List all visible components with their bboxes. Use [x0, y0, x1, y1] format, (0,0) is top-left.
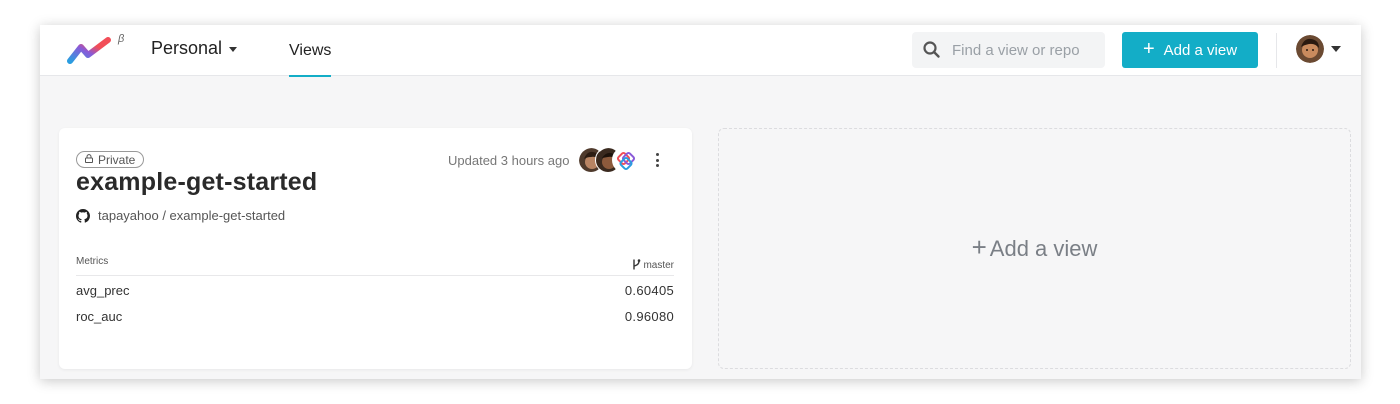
view-card[interactable]: Private example-get-started tapayahoo / … [59, 128, 692, 369]
avatar [612, 147, 638, 173]
workspace-label: Personal [151, 38, 223, 58]
metrics-label: Metrics [76, 256, 109, 267]
repo-label: tapayahoo / example-get-started [98, 208, 286, 223]
visibility-badge: Private [76, 151, 145, 168]
metrics-header: Metrics master [76, 256, 674, 276]
beta-mark: β [118, 33, 125, 45]
header-divider [1276, 33, 1277, 68]
add-view-button-label: Add a view [1163, 41, 1238, 59]
table-row: avg_prec 0.60405 [76, 283, 674, 298]
lock-icon [85, 153, 93, 166]
git-branch-icon [632, 258, 641, 273]
plus-icon: + [971, 232, 987, 262]
search-box[interactable] [912, 32, 1105, 68]
branch-indicator: master [632, 256, 674, 275]
table-row: roc_auc 0.96080 [76, 309, 674, 324]
avatar [1296, 35, 1324, 63]
plus-icon: + [1142, 38, 1155, 60]
search-input[interactable] [952, 41, 1102, 59]
search-icon [923, 41, 940, 58]
branch-label: master [643, 260, 674, 271]
chevron-down-icon [229, 47, 238, 52]
logo-mark-icon [67, 37, 111, 64]
top-header: β Personal Views + Add a view [40, 25, 1361, 77]
add-view-placeholder-label: Add a view [989, 235, 1098, 261]
metric-name: roc_auc [76, 309, 123, 324]
workspace-switcher[interactable]: Personal [151, 38, 238, 59]
chevron-down-icon [1331, 46, 1341, 52]
updated-time: Updated 3 hours ago [448, 153, 570, 168]
add-view-button[interactable]: + Add a view [1122, 32, 1258, 68]
tab-views[interactable]: Views [289, 25, 332, 77]
metric-value: 0.96080 [624, 309, 674, 324]
github-icon [76, 208, 90, 223]
metric-value: 0.60405 [624, 283, 674, 298]
more-vertical-icon[interactable] [650, 148, 664, 172]
add-view-placeholder[interactable]: + Add a view [718, 128, 1351, 369]
collaborator-avatars [578, 147, 640, 175]
metric-name: avg_prec [76, 283, 130, 298]
user-menu[interactable] [1296, 35, 1341, 63]
app-window: β Personal Views + Add a view [40, 25, 1361, 379]
repo-link[interactable]: tapayahoo / example-get-started [76, 208, 285, 223]
view-title[interactable]: example-get-started [76, 168, 317, 197]
visibility-label: Private [98, 152, 136, 167]
